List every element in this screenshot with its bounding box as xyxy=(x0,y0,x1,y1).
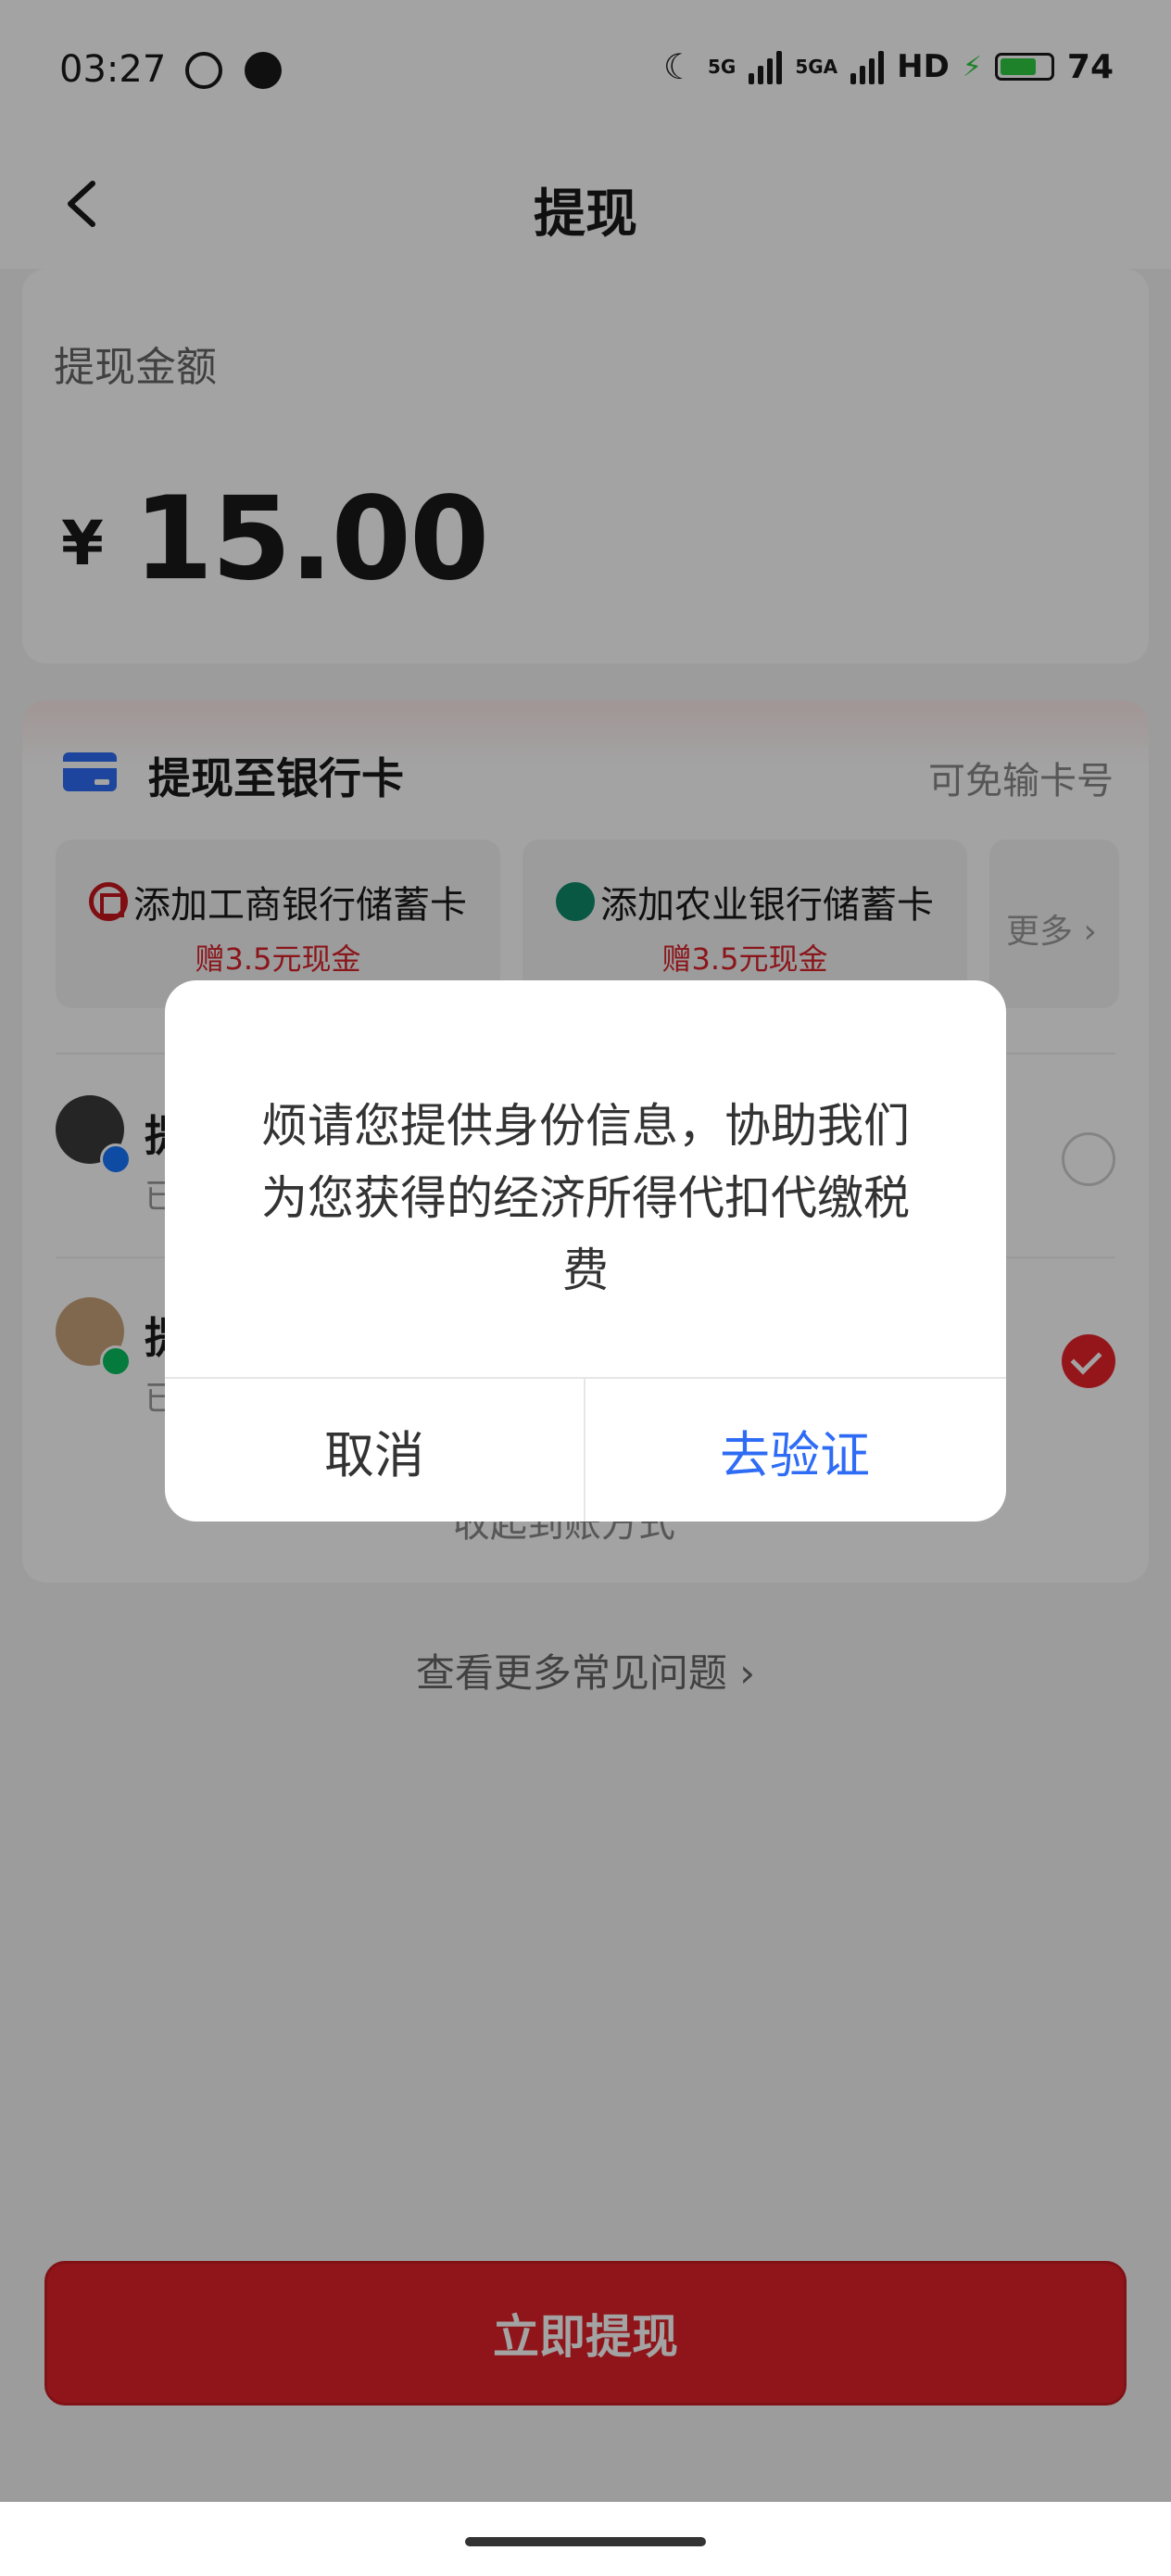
dialog-message: 烦请您提供身份信息，协助我们为您获得的经济所得代扣代缴税费 xyxy=(261,1099,910,1297)
identity-verify-dialog: 烦请您提供身份信息，协助我们为您获得的经济所得代扣代缴税费 取消 去验证 xyxy=(165,980,1006,1522)
home-indicator-area xyxy=(0,2502,1171,2576)
home-indicator[interactable] xyxy=(465,2537,706,2546)
dialog-cancel-button[interactable]: 取消 xyxy=(165,1379,584,1522)
dialog-verify-button[interactable]: 去验证 xyxy=(586,1379,1004,1522)
